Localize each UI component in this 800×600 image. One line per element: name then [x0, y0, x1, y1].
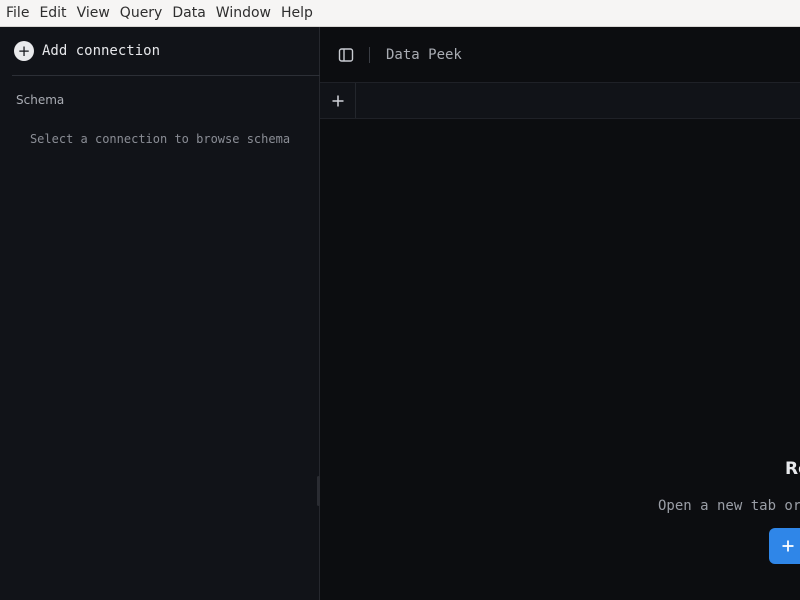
- app-title: Data Peek: [386, 46, 462, 63]
- schema-empty-message: Select a connection to browse schema: [29, 132, 291, 146]
- menu-edit[interactable]: Edit: [34, 0, 71, 27]
- plus-circle-icon: +: [14, 41, 34, 61]
- menu-query[interactable]: Query: [115, 0, 168, 27]
- empty-state-subtitle: Open a new tab or: [658, 498, 800, 514]
- plus-icon: [332, 95, 343, 106]
- plus-icon: [782, 540, 794, 552]
- tab-bar: [320, 83, 800, 119]
- add-connection-label: Add connection: [42, 43, 161, 59]
- sidebar-toggle-icon: [338, 47, 354, 62]
- sidebar: + Add connection Schema Select a connect…: [0, 27, 320, 600]
- menu-window[interactable]: Window: [211, 0, 276, 27]
- menu-help[interactable]: Help: [276, 0, 318, 27]
- sidebar-divider: [12, 75, 320, 76]
- new-tab-button[interactable]: [320, 83, 356, 118]
- schema-heading: Schema: [16, 93, 65, 107]
- menu-data[interactable]: Data: [167, 0, 210, 27]
- add-connection-button[interactable]: + Add connection: [14, 41, 160, 61]
- main-panel: Data Peek Re Open a new tab or: [320, 27, 800, 600]
- sidebar-toggle-button[interactable]: [338, 47, 354, 63]
- menu-view[interactable]: View: [72, 0, 115, 27]
- top-bar: Data Peek: [320, 27, 800, 83]
- menu-bar: File Edit View Query Data Window Help: [0, 0, 800, 27]
- empty-state-title: Re: [785, 459, 800, 479]
- header-separator: [369, 46, 370, 63]
- new-query-button[interactable]: [769, 528, 800, 564]
- menu-file[interactable]: File: [1, 0, 34, 27]
